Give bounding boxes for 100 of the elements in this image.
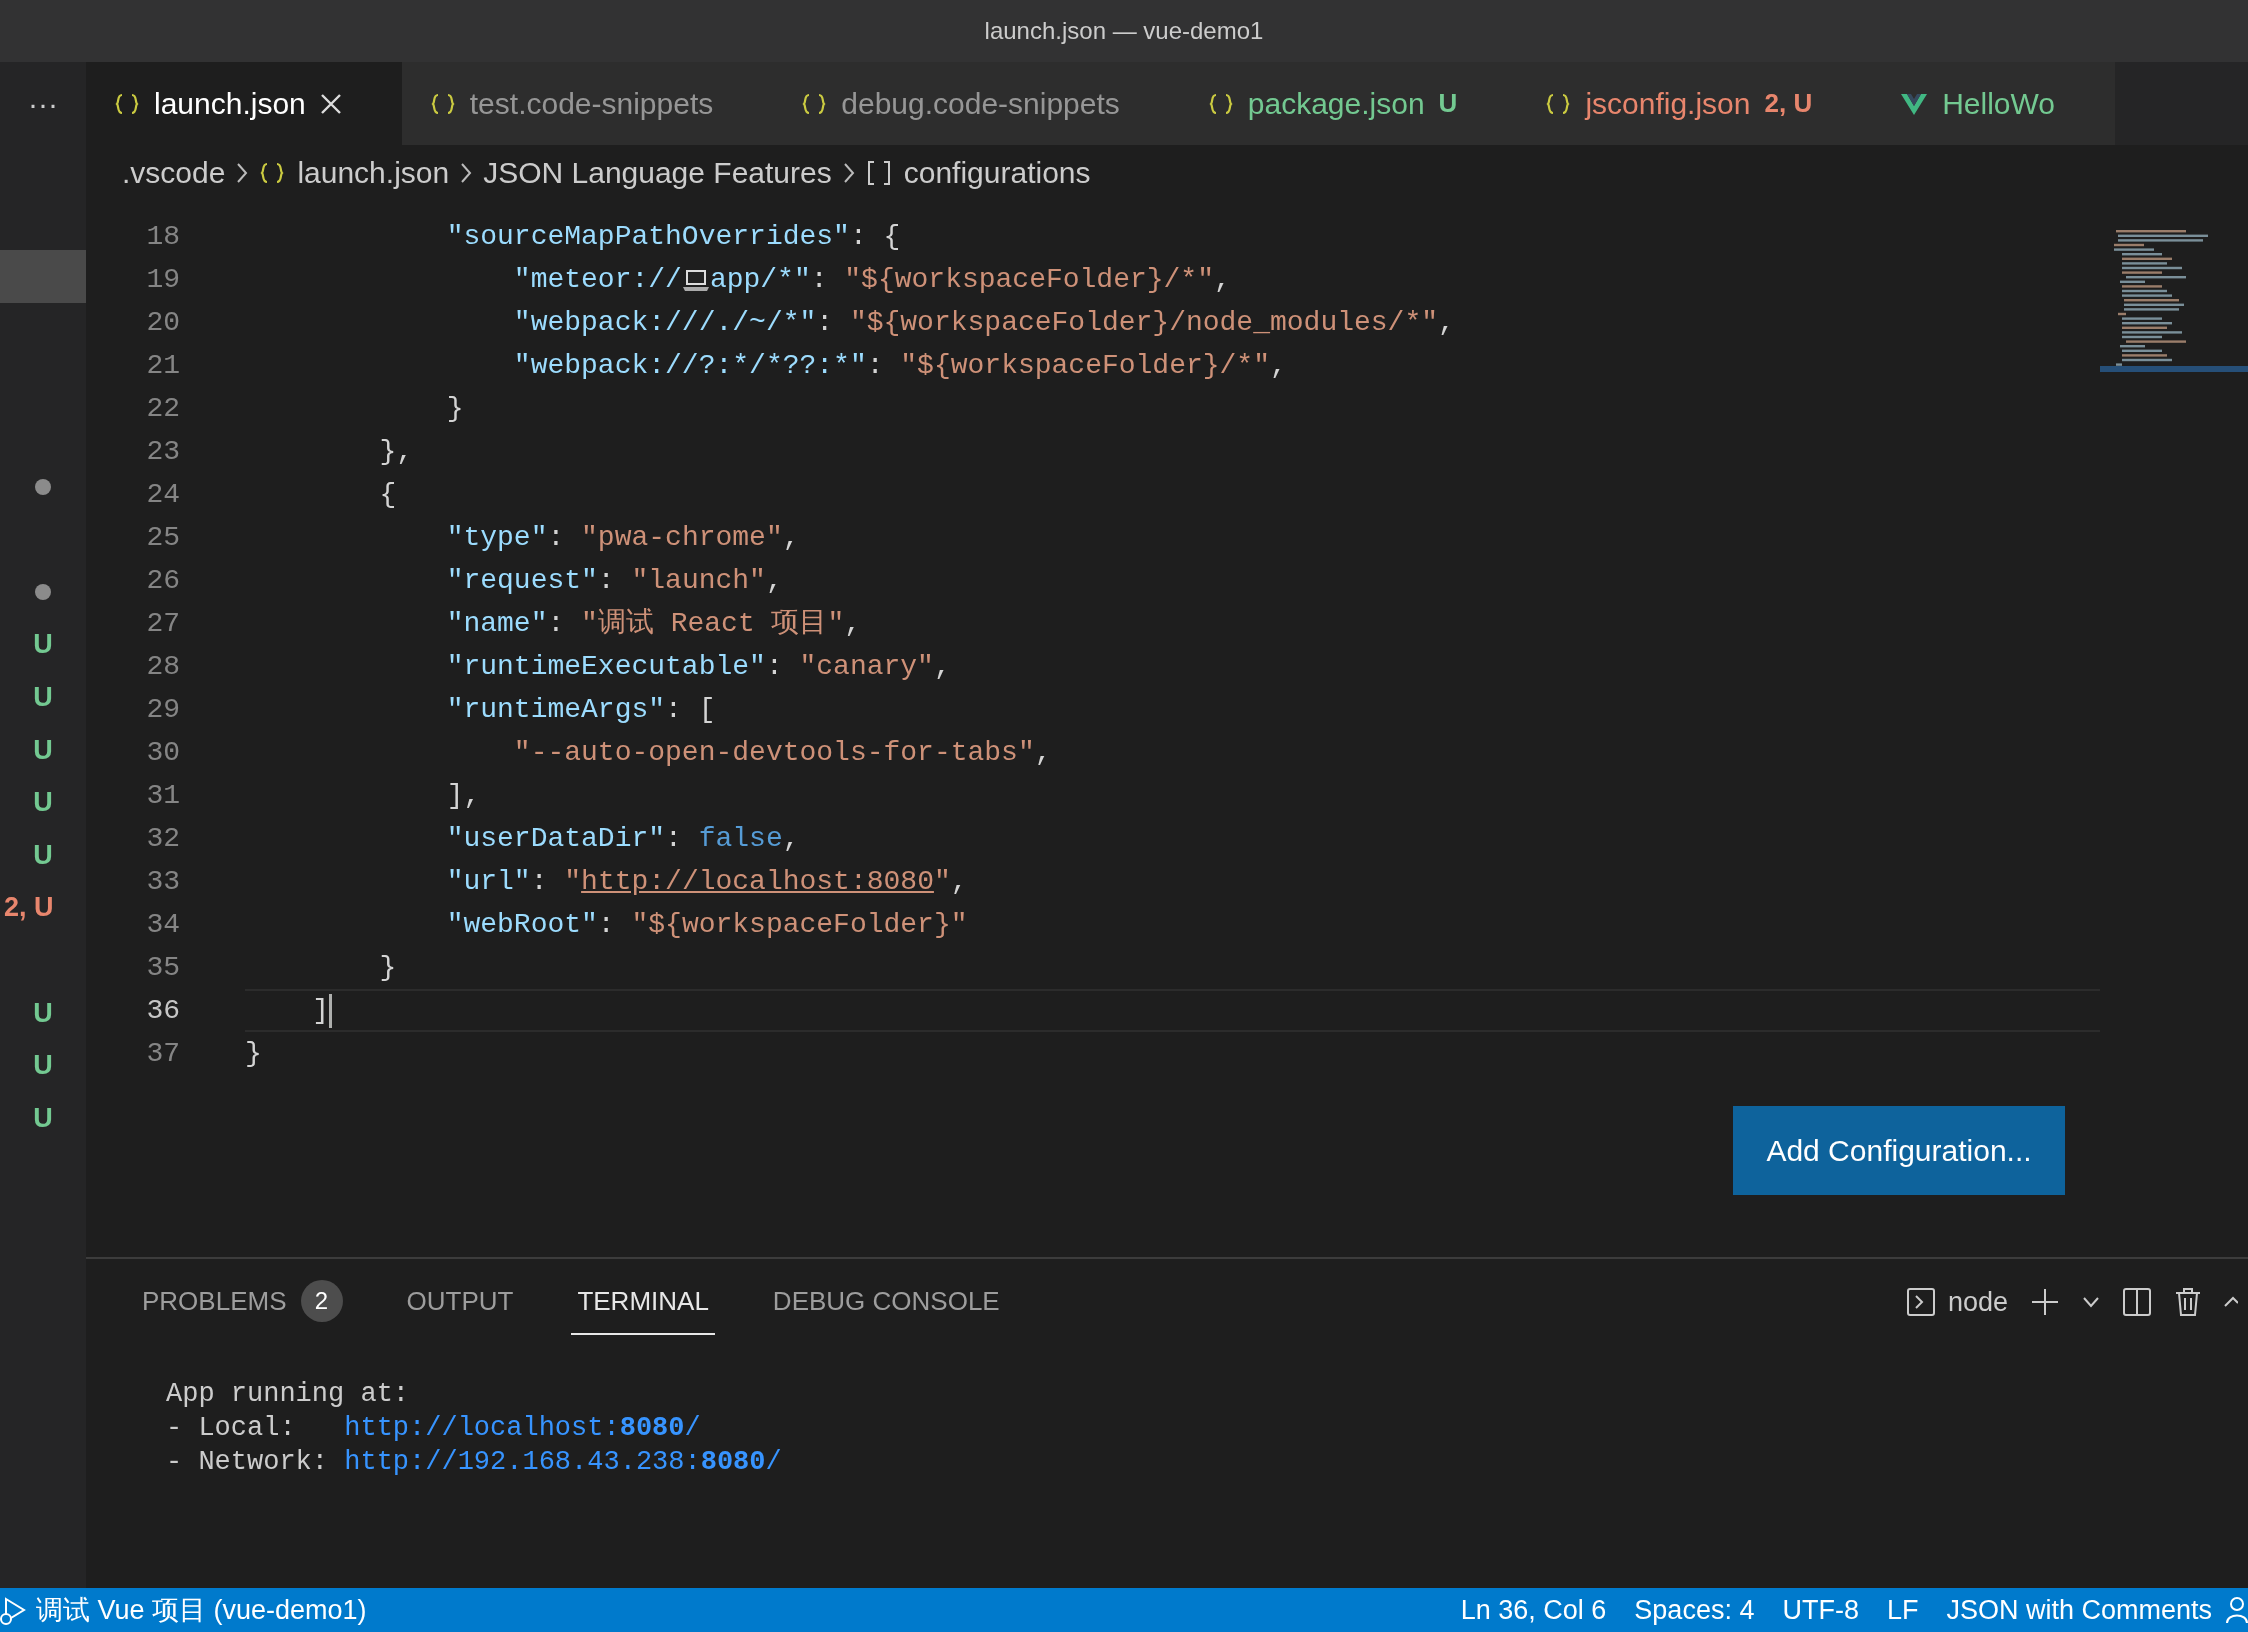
panel-tab[interactable]: PROBLEMS 2 — [136, 1268, 349, 1336]
git-status-label: U — [33, 681, 53, 714]
code-text: , — [1214, 263, 1231, 297]
line-number: 28 — [145, 650, 181, 684]
panel-tab[interactable]: OUTPUT — [400, 1269, 520, 1335]
line-number: 22 — [145, 392, 181, 426]
line-number: 29 — [145, 693, 181, 727]
line-number: 23 — [145, 435, 181, 469]
status-item[interactable]: LF — [1872, 1589, 1933, 1631]
code-text: app/*" — [709, 263, 811, 297]
line-number: 31 — [145, 779, 181, 813]
panel-tab[interactable]: TERMINAL — [571, 1269, 715, 1335]
line-number: 30 — [145, 736, 181, 770]
trash-icon[interactable] — [2174, 1287, 2202, 1317]
plus-icon[interactable] — [2030, 1287, 2060, 1317]
braces-icon — [259, 160, 286, 185]
line-number: 18 — [145, 220, 181, 254]
line-number: 19 — [145, 263, 181, 297]
code-line: { — [378, 478, 398, 512]
add-configuration-button[interactable]: Add Configuration... — [1733, 1106, 2065, 1195]
url-link[interactable]: http://192.168.43.238:8080/ — [344, 1447, 782, 1477]
code-text: "meteor:// — [512, 263, 682, 297]
code-line: "runtimeArgs": [ — [445, 693, 717, 727]
panel-tab[interactable]: DEBUG CONSOLE — [766, 1269, 1006, 1335]
line-number: 26 — [145, 564, 181, 598]
line-number: 35 — [145, 951, 181, 985]
braces-icon — [429, 91, 456, 116]
editor-tab[interactable]: debug.code-snippets — [773, 62, 1180, 145]
status-item[interactable]: Ln 36, Col 6 — [1446, 1589, 1621, 1631]
code-line: "request": "launch", — [445, 564, 784, 598]
code-line: }, — [378, 435, 415, 469]
braces-icon — [114, 91, 140, 116]
url-link[interactable]: http://localhost:8080 — [581, 860, 934, 903]
braces-icon — [1545, 91, 1572, 116]
line-number: 20 — [145, 306, 181, 340]
breadcrumb-item[interactable]: launch.json — [297, 150, 450, 195]
git-status-label: U — [33, 786, 53, 820]
more-actions-button[interactable]: ··· — [28, 81, 58, 126]
line-number: 37 — [145, 1037, 181, 1071]
chevron-up-icon[interactable] — [2224, 1296, 2238, 1308]
terminal-text: - Local: — [166, 1413, 297, 1443]
terminal-selector[interactable]: node — [1905, 1281, 2008, 1323]
editor-tab[interactable]: test.code-snippets — [401, 62, 774, 145]
terminal-icon — [1905, 1287, 1936, 1317]
text-cursor — [329, 993, 332, 1028]
code-line: "runtimeExecutable": "canary", — [445, 650, 952, 684]
breadcrumb-item[interactable]: .vscode — [122, 150, 226, 195]
code-line: } — [245, 1037, 263, 1071]
line-number: 27 — [145, 607, 181, 641]
code-line: ], — [445, 779, 482, 813]
code-text: "${workspaceFolder}/*" — [844, 263, 1214, 297]
code-line: "webpack:///./~/*": "${workspaceFolder}/node_modules/*", — [512, 306, 1456, 340]
status-item[interactable]: Spaces: 4 — [1620, 1589, 1769, 1631]
editor-tab[interactable]: launch.json — [86, 62, 402, 145]
split-icon[interactable] — [2122, 1287, 2152, 1317]
git-status-label: U — [33, 1101, 53, 1135]
git-status-label: U — [33, 1049, 53, 1083]
code-line: } — [378, 951, 398, 985]
terminal-name: node — [1947, 1285, 2008, 1319]
v-logo-icon — [1900, 91, 1929, 116]
code-line: "--auto-open-devtools-for-tabs", — [512, 736, 1053, 770]
breadcrumb-item[interactable]: JSON Language Features — [483, 150, 832, 195]
line-number: 33 — [145, 865, 181, 899]
code-line: "webRoot": "${workspaceFolder}" — [445, 908, 969, 942]
window-title: launch.json — vue-demo1 — [984, 16, 1264, 46]
editor-tab[interactable]: package.json U — [1179, 62, 1518, 145]
url-link[interactable]: http://localhost:8080/ — [344, 1413, 701, 1443]
code-line: "sourceMapPathOverrides": { — [445, 220, 902, 254]
modified-dot — [35, 478, 51, 495]
code-line: "webpack://?:*/*??:*": "${workspaceFolder}/*", — [512, 349, 1288, 383]
code-line: "url": "http://localhost:8080", — [245, 860, 2100, 903]
git-status-label: 2, U — [4, 891, 54, 925]
line-number: 32 — [145, 822, 181, 856]
status-item[interactable]: UTF-8 — [1768, 1589, 1873, 1631]
line-number: 25 — [145, 521, 181, 555]
terminal-line: App running at: — [166, 1378, 411, 1411]
code-line: ] — [245, 989, 2100, 1032]
count-badge: 2 — [300, 1280, 343, 1322]
braces-icon — [1207, 91, 1234, 116]
brackets-icon — [865, 159, 892, 186]
debug-config-label[interactable]: 调试 Vue 项目 (vue-demo1) — [36, 1589, 367, 1631]
git-status-label: U — [33, 733, 53, 767]
braces-icon — [801, 91, 828, 116]
code-line: "type": "pwa-chrome", — [445, 521, 801, 555]
code-line: } — [445, 392, 465, 426]
git-status-label: U — [33, 628, 53, 662]
breadcrumb-item[interactable]: configurations — [903, 150, 1091, 195]
line-number: 24 — [145, 478, 181, 512]
modified-dot — [35, 584, 51, 601]
git-status-label: U — [33, 838, 53, 872]
close-icon[interactable] — [319, 92, 342, 115]
editor-tab[interactable]: HelloWo — [1872, 62, 2115, 145]
git-status-label: U — [33, 996, 53, 1030]
line-number: 34 — [145, 908, 181, 942]
code-line: "name": "调试 React 项目", — [445, 607, 863, 641]
chevron-down-icon[interactable] — [2082, 1296, 2100, 1308]
editor-tab[interactable]: jsconfig.json 2, U — [1517, 62, 1873, 145]
code-line: "userDataDir": false, — [445, 822, 801, 856]
status-item[interactable]: JSON with Comments — [1932, 1589, 2226, 1631]
person-icon[interactable] — [2226, 1595, 2248, 1625]
